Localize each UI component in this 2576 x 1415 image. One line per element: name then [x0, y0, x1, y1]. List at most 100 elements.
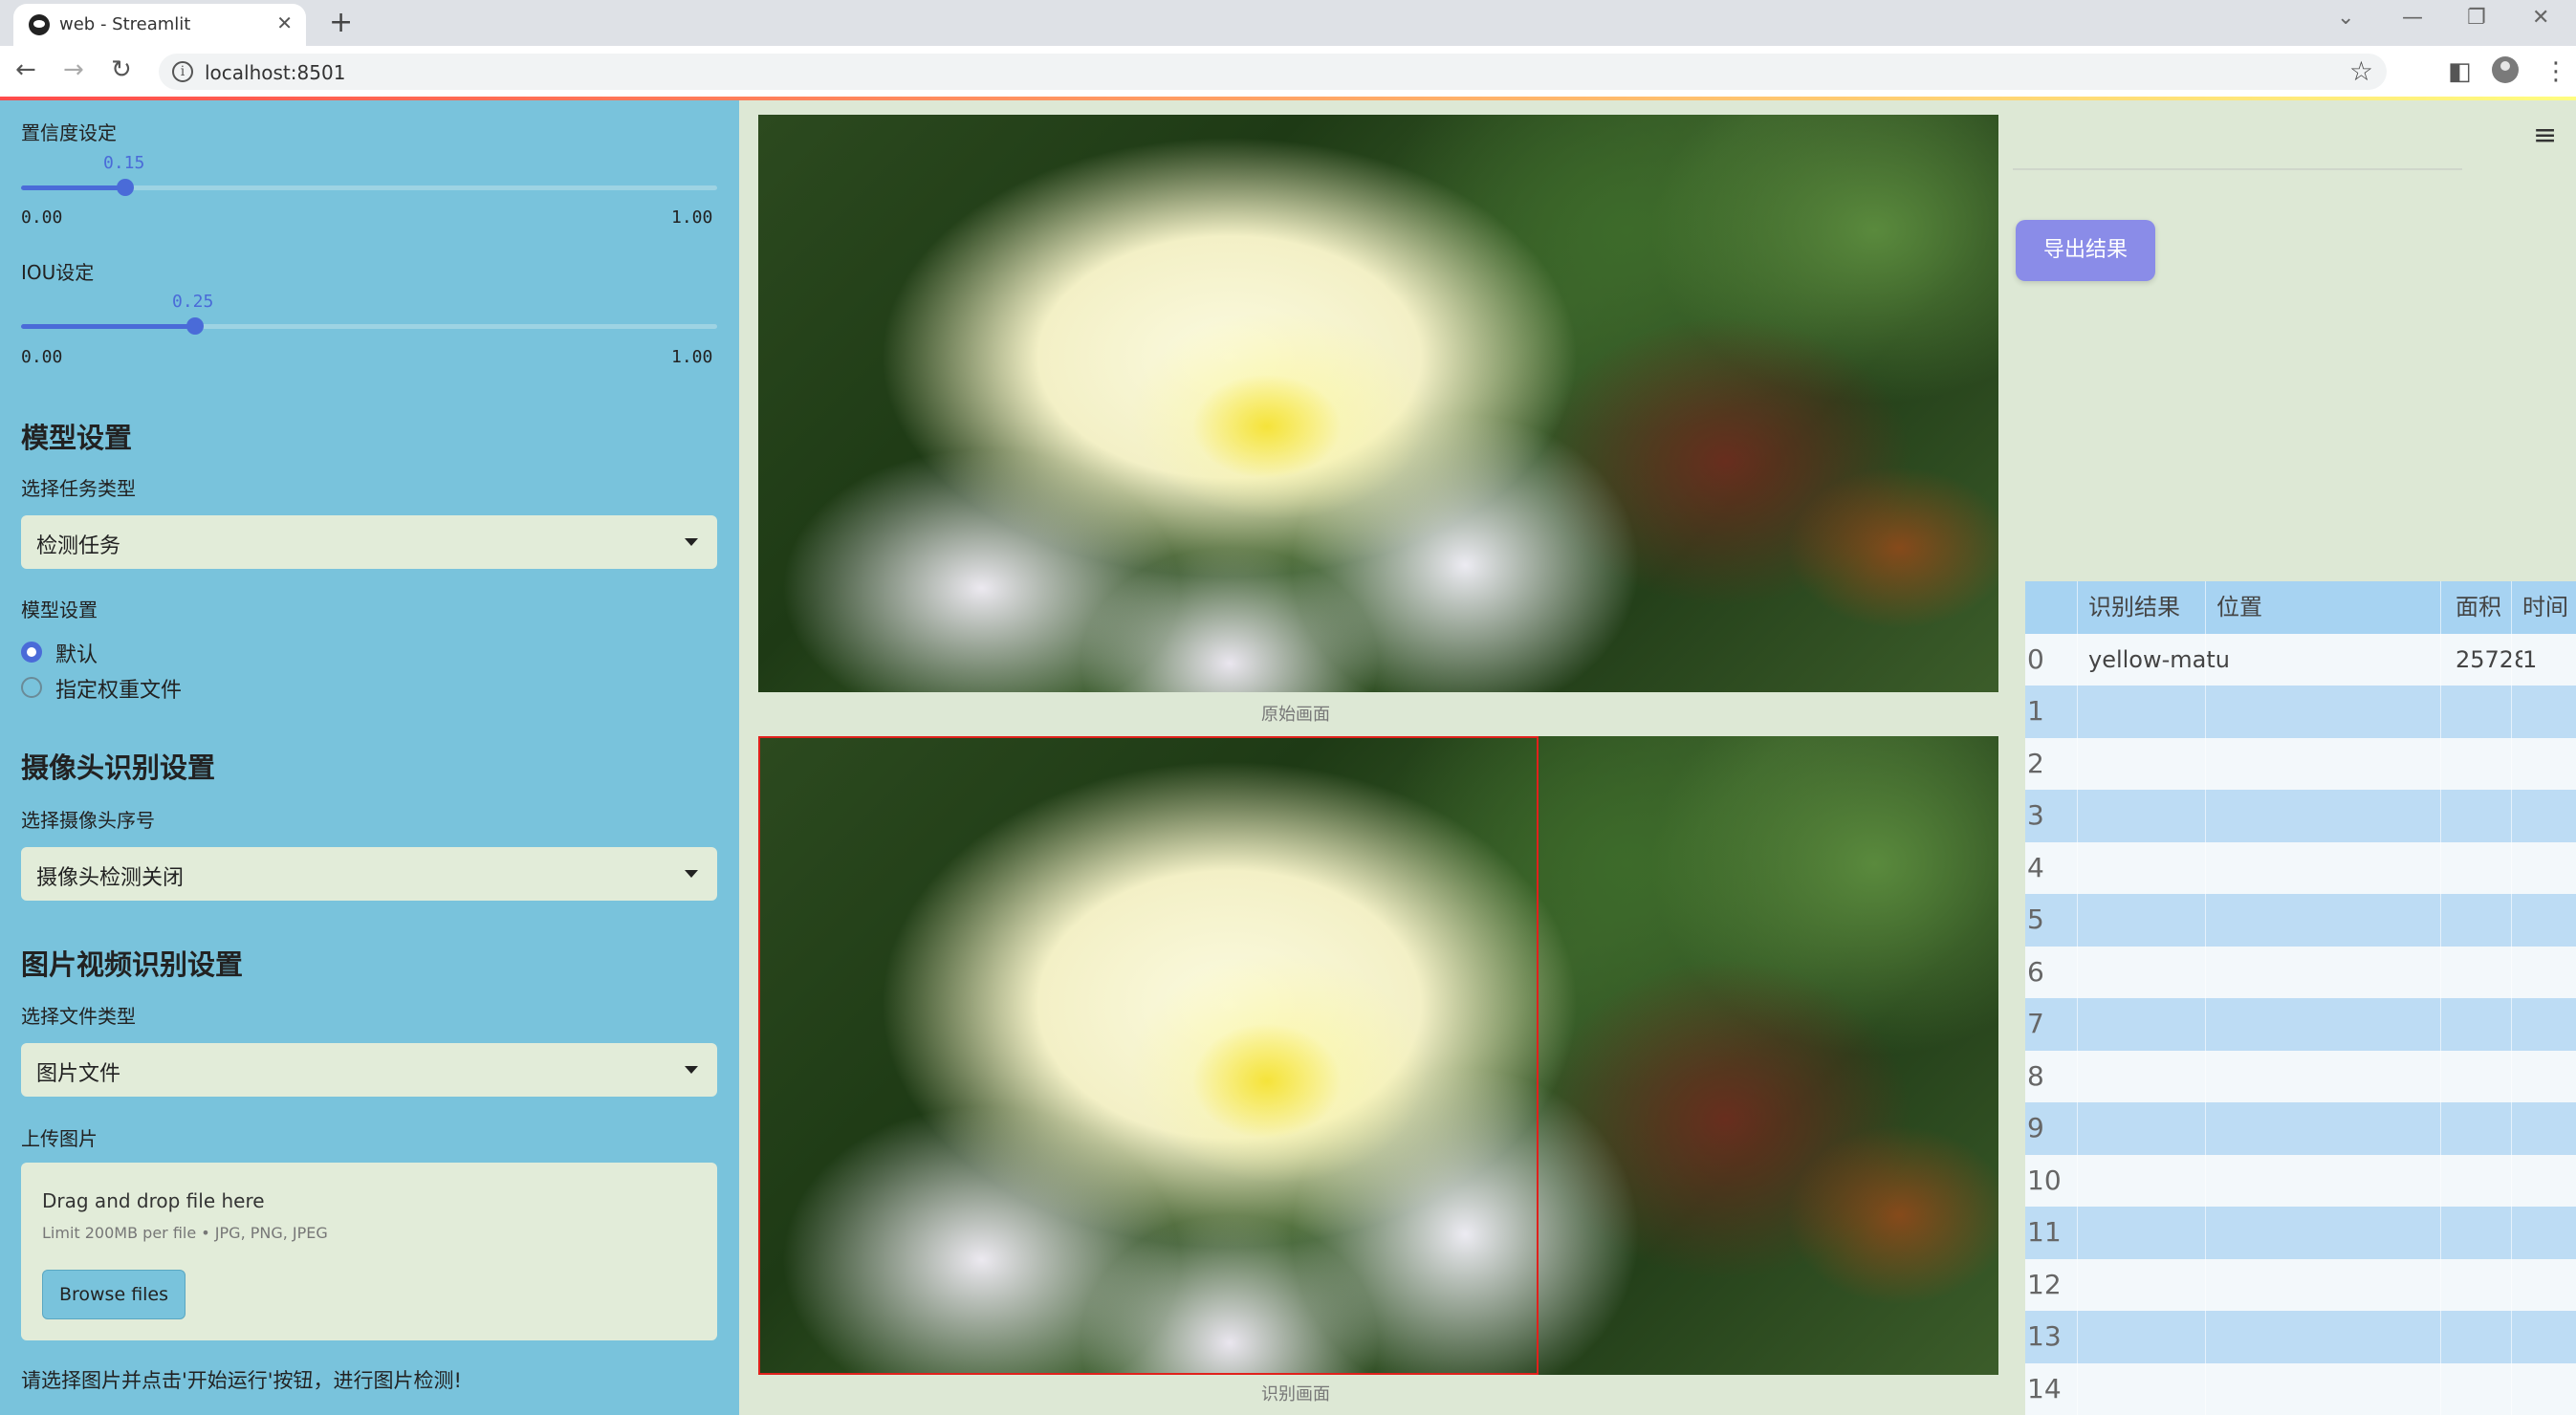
row-index[interactable]: 12: [2025, 1259, 2067, 1312]
cell-position[interactable]: [2205, 1051, 2456, 1103]
table-row[interactable]: 13: [2025, 1311, 2576, 1363]
forward-arrow-icon[interactable]: →: [63, 55, 84, 84]
browser-tab[interactable]: web - Streamlit ✕: [13, 4, 306, 46]
cell-time[interactable]: [2511, 1207, 2576, 1259]
cell-position[interactable]: [2205, 1311, 2456, 1363]
radio-weight-file-label[interactable]: 指定权重文件: [55, 673, 182, 704]
table-row[interactable]: 1: [2025, 686, 2576, 738]
table-row[interactable]: 8: [2025, 1050, 2576, 1103]
cell-position[interactable]: [2205, 1259, 2456, 1312]
table-row[interactable]: 11: [2025, 1207, 2576, 1259]
table-row[interactable]: 2: [2025, 737, 2576, 791]
results-table[interactable]: 识别结果 位置 面积 时间 0yellow-mature[0,0]2572800…: [2025, 581, 2576, 1415]
chevron-down-icon: [685, 1066, 698, 1074]
cell-position[interactable]: [2205, 1155, 2456, 1208]
cell-time[interactable]: [2511, 998, 2576, 1051]
table-row[interactable]: 7: [2025, 998, 2576, 1051]
cell-time[interactable]: [2511, 1155, 2576, 1208]
table-row[interactable]: 0yellow-mature[0,0]2572800.01: [2025, 633, 2576, 686]
cell-time[interactable]: [2511, 842, 2576, 895]
cell-position[interactable]: [2205, 634, 2456, 686]
row-index[interactable]: 7: [2025, 998, 2067, 1051]
header-time[interactable]: 时间: [2511, 581, 2576, 634]
row-index[interactable]: 5: [2025, 894, 2067, 947]
table-row[interactable]: 5: [2025, 894, 2576, 947]
header-position[interactable]: 位置: [2205, 581, 2456, 634]
cell-position[interactable]: [2205, 998, 2456, 1051]
cell-time[interactable]: [2511, 1311, 2576, 1363]
file-uploader-dropzone[interactable]: Drag and drop file here Limit 200MB per …: [21, 1163, 717, 1340]
row-index[interactable]: 2: [2025, 738, 2067, 791]
cell-time[interactable]: [2511, 1051, 2576, 1103]
table-row[interactable]: 6: [2025, 946, 2576, 999]
cell-time[interactable]: [2511, 894, 2576, 947]
cell-time[interactable]: [2511, 1259, 2576, 1312]
table-row[interactable]: 14: [2025, 1362, 2576, 1415]
radio-default-label[interactable]: 默认: [55, 638, 98, 668]
row-index[interactable]: 6: [2025, 947, 2067, 999]
cell-position[interactable]: [2205, 790, 2456, 842]
bookmark-star-icon[interactable]: ☆: [2349, 55, 2373, 87]
cell-time[interactable]: [2511, 947, 2576, 999]
row-index[interactable]: 1: [2025, 686, 2067, 738]
row-index[interactable]: 0: [2025, 634, 2067, 686]
file-type-select[interactable]: 图片文件: [21, 1043, 717, 1097]
cell-position[interactable]: [2205, 894, 2456, 947]
browser-menu-icon[interactable]: ⋮: [2543, 57, 2568, 86]
row-index[interactable]: 8: [2025, 1051, 2067, 1103]
cell-time[interactable]: [2511, 1102, 2576, 1155]
original-caption: 原始画面: [1261, 705, 1330, 725]
new-tab-icon[interactable]: +: [329, 6, 353, 39]
radio-default[interactable]: [21, 642, 42, 663]
profile-avatar-icon[interactable]: [2492, 56, 2519, 83]
window-restore-icon[interactable]: ❐: [2467, 6, 2486, 30]
cell-position[interactable]: [2205, 947, 2456, 999]
window-minimize-icon[interactable]: —: [2402, 6, 2423, 30]
table-row[interactable]: 3: [2025, 790, 2576, 842]
export-results-button[interactable]: 导出结果: [2016, 220, 2155, 281]
iou-slider-thumb[interactable]: [186, 317, 204, 335]
cell-time[interactable]: [2511, 686, 2576, 738]
cell-time[interactable]: [2511, 1363, 2576, 1415]
camera-select[interactable]: 摄像头检测关闭: [21, 847, 717, 901]
table-row[interactable]: 10: [2025, 1154, 2576, 1208]
window-close-icon[interactable]: ✕: [2532, 6, 2549, 30]
tab-close-icon[interactable]: ✕: [276, 11, 293, 34]
row-index[interactable]: 14: [2025, 1363, 2067, 1415]
cell-position[interactable]: [2205, 738, 2456, 791]
tab-title: web - Streamlit: [59, 14, 191, 34]
back-arrow-icon[interactable]: ←: [15, 55, 36, 84]
url-field[interactable]: i localhost:8501 ☆: [159, 54, 2387, 90]
row-index[interactable]: 4: [2025, 842, 2067, 895]
confidence-slider[interactable]: [21, 179, 717, 196]
cell-position[interactable]: [2205, 1363, 2456, 1415]
side-panel-icon[interactable]: ◧: [2448, 57, 2472, 86]
reload-icon[interactable]: ↻: [111, 55, 132, 84]
cell-time[interactable]: 1: [2511, 634, 2576, 686]
cell-time[interactable]: [2511, 738, 2576, 791]
table-row[interactable]: 9: [2025, 1102, 2576, 1155]
confidence-slider-thumb[interactable]: [117, 179, 135, 196]
confidence-max: 1.00: [671, 207, 713, 228]
cell-position[interactable]: [2205, 1102, 2456, 1155]
row-index[interactable]: 13: [2025, 1311, 2067, 1363]
cell-position[interactable]: [2205, 1207, 2456, 1259]
row-index[interactable]: 9: [2025, 1102, 2067, 1155]
table-row[interactable]: 4: [2025, 841, 2576, 895]
table-row[interactable]: 12: [2025, 1258, 2576, 1312]
browser-tab-bar: web - Streamlit ✕ + ⌄ — ❐ ✕: [0, 0, 2576, 46]
site-info-icon[interactable]: i: [172, 61, 193, 82]
row-index[interactable]: 3: [2025, 790, 2067, 842]
tab-search-dropdown-icon[interactable]: ⌄: [2337, 6, 2354, 30]
iou-slider[interactable]: [21, 317, 717, 335]
row-index[interactable]: 11: [2025, 1207, 2067, 1259]
radio-weight-file[interactable]: [21, 677, 42, 698]
cell-position[interactable]: [2205, 686, 2456, 738]
task-type-select[interactable]: 检测任务: [21, 515, 717, 569]
browse-files-button[interactable]: Browse files: [42, 1270, 186, 1319]
cell-time[interactable]: [2511, 790, 2576, 842]
hamburger-menu-icon[interactable]: ≡: [2533, 119, 2557, 152]
cell-position[interactable]: [2205, 842, 2456, 895]
task-type-label: 选择任务类型: [21, 477, 136, 500]
row-index[interactable]: 10: [2025, 1155, 2067, 1208]
